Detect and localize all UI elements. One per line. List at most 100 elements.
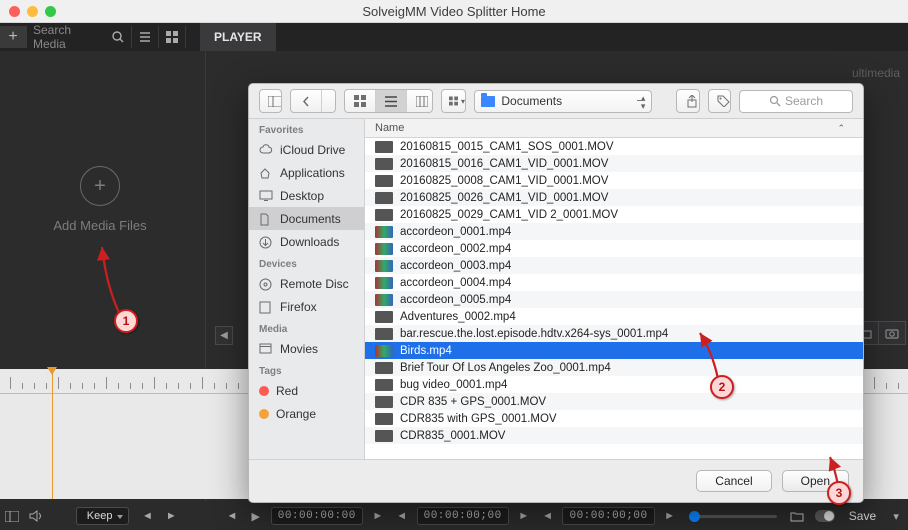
play-icon[interactable]: ▶: [244, 505, 268, 527]
search-icon[interactable]: [105, 26, 132, 48]
sidebar-item-label: Movies: [280, 342, 318, 356]
file-row[interactable]: accordeon_0003.mp4: [365, 257, 863, 274]
location-popup[interactable]: Documents ▴▾: [474, 90, 652, 113]
forward-button[interactable]: [322, 90, 335, 112]
next-frame-icon[interactable]: ►: [366, 505, 390, 527]
main-area: + Add Media Files ◀ ultimedia Keep ◄ ► ◄…: [0, 51, 908, 530]
file-row[interactable]: 20160825_0026_CAM1_VID_0001.MOV: [365, 189, 863, 206]
sidebar-item-remote-disc[interactable]: Remote Disc: [249, 272, 364, 295]
add-media-label: Add Media Files: [20, 218, 180, 233]
file-thumbnail-icon: [375, 379, 393, 391]
add-media-plus-icon[interactable]: +: [80, 166, 120, 206]
sidebar-item-desktop[interactable]: Desktop: [249, 184, 364, 207]
file-list-header[interactable]: Name ⌃: [365, 119, 863, 138]
sidebar-tag-red[interactable]: Red: [249, 379, 364, 402]
view-mode-seg: [344, 89, 433, 113]
sidebar-item-downloads[interactable]: Downloads: [249, 230, 364, 253]
sidebar-item-firefox[interactable]: Firefox: [249, 295, 364, 318]
file-row[interactable]: CDR835 with GPS_0001.MOV: [365, 410, 863, 427]
prev-frame-icon[interactable]: ◄: [220, 505, 244, 527]
share-seg: [676, 89, 699, 113]
grid-view-icon[interactable]: [159, 26, 186, 48]
nav-seg: [290, 89, 335, 113]
file-name: accordeon_0003.mp4: [400, 260, 511, 272]
marker-left-icon[interactable]: ◄: [135, 505, 159, 527]
open-panel-toolbar: ▾ Documents ▴▾ Search: [249, 84, 863, 119]
file-row[interactable]: Brief Tour Of Los Angeles Zoo_0001.mp4: [365, 359, 863, 376]
chevron-updown-icon: ▴▾: [641, 94, 646, 109]
playhead[interactable]: [52, 369, 53, 499]
tags-icon[interactable]: [709, 90, 731, 112]
zoom-slider-thumb[interactable]: [689, 511, 700, 522]
sidebar-item-label: Applications: [280, 166, 345, 180]
save-button[interactable]: Save: [841, 509, 884, 523]
file-row[interactable]: CDR835_0001.MOV: [365, 427, 863, 444]
add-button[interactable]: +: [0, 26, 27, 48]
file-row[interactable]: accordeon_0004.mp4: [365, 274, 863, 291]
cancel-button[interactable]: Cancel: [696, 470, 771, 492]
tab-player[interactable]: PLAYER: [200, 23, 276, 51]
camera-icon[interactable]: [878, 322, 905, 344]
file-name: bug video_0001.mp4: [400, 379, 507, 391]
marker-right-icon[interactable]: ►: [159, 505, 183, 527]
timecode-2[interactable]: 00:00:00;00: [417, 507, 509, 525]
save-dropdown[interactable]: ▾: [884, 505, 908, 527]
search-field[interactable]: Search: [739, 90, 853, 113]
file-list: Name ⌃ 20160815_0015_CAM1_SOS_0001.MOV20…: [365, 119, 863, 459]
group-menu-button[interactable]: ▾: [442, 90, 466, 112]
docs-icon: [259, 213, 273, 225]
sidebar-item-label: Documents: [280, 212, 341, 226]
volume-icon[interactable]: [24, 505, 48, 527]
file-row[interactable]: 20160825_0008_CAM1_VID_0001.MOV: [365, 172, 863, 189]
file-name: CDR 835 + GPS_0001.MOV: [400, 396, 546, 408]
step-fwd-icon[interactable]: ►: [512, 505, 536, 527]
file-name: Birds.mp4: [400, 345, 452, 357]
dl-icon: [259, 236, 273, 248]
zoom-slider[interactable]: [689, 515, 776, 518]
search-media-input[interactable]: Search Media: [33, 23, 105, 51]
file-row[interactable]: CDR 835 + GPS_0001.MOV: [365, 393, 863, 410]
sidebar-item-icloud-drive[interactable]: iCloud Drive: [249, 138, 364, 161]
file-row[interactable]: accordeon_0001.mp4: [365, 223, 863, 240]
preview-toggle[interactable]: [815, 510, 835, 522]
view-columns-icon[interactable]: [407, 90, 433, 112]
timecode-1[interactable]: 00:00:00:00: [271, 507, 363, 525]
file-thumbnail-icon: [375, 141, 393, 153]
file-name: 20160815_0015_CAM1_SOS_0001.MOV: [400, 141, 614, 153]
step-back-icon[interactable]: ◄: [390, 505, 414, 527]
file-row[interactable]: accordeon_0005.mp4: [365, 291, 863, 308]
file-row[interactable]: 20160825_0029_CAM1_VID 2_0001.MOV: [365, 206, 863, 223]
back-button[interactable]: [291, 90, 322, 112]
sidebar-item-applications[interactable]: Applications: [249, 161, 364, 184]
range-back-icon[interactable]: ◄: [536, 505, 560, 527]
file-thumbnail-icon: [375, 243, 393, 255]
view-list-icon[interactable]: [376, 90, 407, 112]
layout-icon[interactable]: [0, 505, 24, 527]
file-row[interactable]: Adventures_0002.mp4: [365, 308, 863, 325]
sidebar-item-movies[interactable]: Movies: [249, 337, 364, 360]
sidebar-tag-orange[interactable]: Orange: [249, 402, 364, 425]
file-row[interactable]: bug video_0001.mp4: [365, 376, 863, 393]
file-row[interactable]: accordeon_0002.mp4: [365, 240, 863, 257]
bottom-bar: Keep ◄ ► ◄ ▶ 00:00:00:00 ► ◄ 00:00:00;00…: [0, 501, 908, 530]
timecode-3[interactable]: 00:00:00;00: [562, 507, 654, 525]
collapse-sidebar-button[interactable]: ◀: [215, 326, 233, 345]
keep-dropdown[interactable]: Keep: [76, 507, 130, 525]
view-icon-grid-icon[interactable]: [345, 90, 376, 112]
file-row[interactable]: 20160815_0015_CAM1_SOS_0001.MOV: [365, 138, 863, 155]
tag-dot-icon: [259, 386, 269, 396]
list-view-icon[interactable]: [132, 26, 159, 48]
file-row[interactable]: 20160815_0016_CAM1_VID_0001.MOV: [365, 155, 863, 172]
file-row[interactable]: Birds.mp4: [365, 342, 863, 359]
file-list-rows[interactable]: 20160815_0015_CAM1_SOS_0001.MOV 20160815_…: [365, 138, 863, 459]
share-icon[interactable]: [677, 90, 699, 112]
annotation-badge-3: 3: [827, 481, 851, 505]
add-media-drop[interactable]: + Add Media Files: [20, 166, 180, 233]
export-folder-icon[interactable]: [785, 505, 809, 527]
file-thumbnail-icon: [375, 396, 393, 408]
sidebar-item-documents[interactable]: Documents: [249, 207, 364, 230]
file-row[interactable]: bar.rescue.the.lost.episode.hdtv.x264-sy…: [365, 325, 863, 342]
show-sidebar-icon[interactable]: [260, 90, 282, 112]
range-fwd-icon[interactable]: ►: [658, 505, 682, 527]
file-name: CDR835 with GPS_0001.MOV: [400, 413, 557, 425]
